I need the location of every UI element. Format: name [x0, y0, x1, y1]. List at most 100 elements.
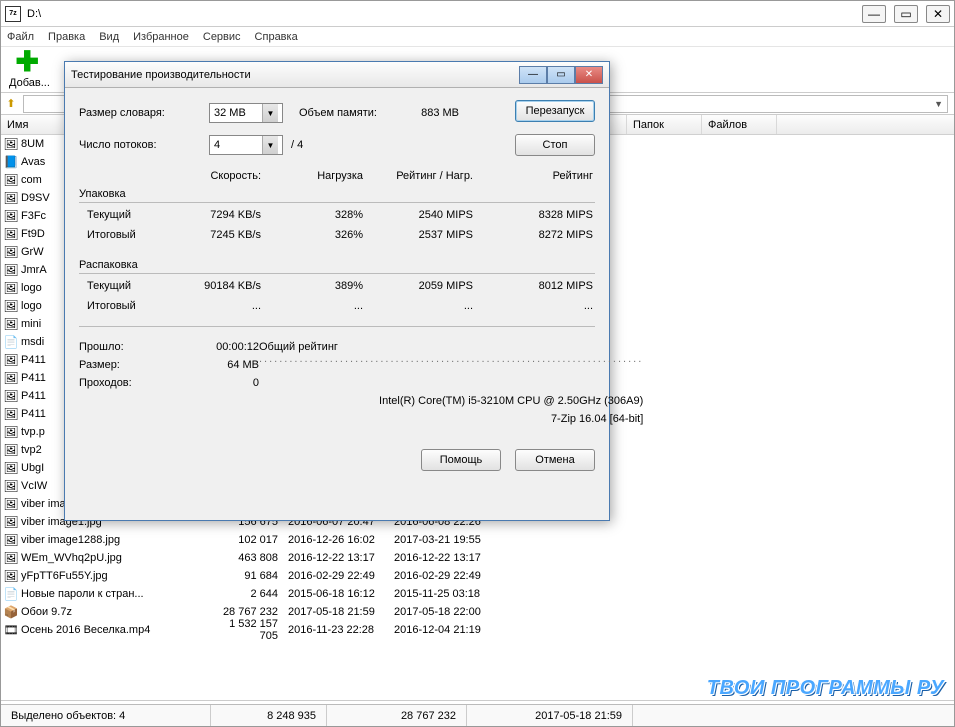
col-folders[interactable]: Папок	[627, 115, 702, 134]
menu-help[interactable]: Справка	[255, 31, 298, 43]
file-modified: 2016-12-26 16:02	[284, 534, 390, 546]
chevron-down-icon: ▼	[262, 136, 278, 154]
threads-total: / 4	[291, 139, 303, 151]
table-row[interactable]: 🎞Осень 2016 Веселка.mp41 532 157 7052016…	[1, 621, 954, 639]
hdr-speed: Скорость:	[79, 170, 285, 182]
file-icon: 🖼	[1, 227, 21, 241]
minimize-button[interactable]: —	[862, 5, 886, 23]
file-icon: 🖼	[1, 443, 21, 457]
row-load: ...	[285, 300, 373, 312]
menu-view[interactable]: Вид	[99, 31, 119, 43]
row-load: 328%	[285, 209, 373, 221]
file-size: 102 017	[216, 534, 284, 546]
dict-size-select[interactable]: 32 MB ▼	[209, 103, 283, 123]
watermark: ТВОИ ПРОГРАММЫ РУ	[707, 677, 944, 700]
close-button[interactable]: ✕	[926, 5, 950, 23]
file-icon: 🖼	[1, 353, 21, 367]
status-val3: 2017-05-18 21:59	[467, 705, 633, 726]
table-row[interactable]: 📦Обои 9.7z28 767 2322017-05-18 21:592017…	[1, 603, 954, 621]
pack-section-label: Упаковка	[79, 188, 595, 200]
file-created: 2016-12-22 13:17	[390, 552, 496, 564]
file-modified: 2016-11-23 22:28	[284, 624, 390, 636]
menu-favorites[interactable]: Избранное	[133, 31, 189, 43]
table-row[interactable]: 🖼WEm_WVhq2pU.jpg463 8082016-12-22 13:172…	[1, 549, 954, 567]
table-row[interactable]: 📄Новые пароли к стран...2 6442015-06-18 …	[1, 585, 954, 603]
file-icon: 📄	[1, 335, 21, 349]
menu-file[interactable]: Файл	[7, 31, 34, 43]
file-icon: 🖼	[1, 425, 21, 439]
help-button[interactable]: Помощь	[421, 449, 501, 471]
file-icon: 🎞	[1, 623, 21, 637]
file-icon: 🖼	[1, 371, 21, 385]
file-modified: 2016-12-22 13:17	[284, 552, 390, 564]
unpack-current-row: Текущий 90184 KB/s 389% 2059 MIPS 8012 M…	[79, 276, 595, 296]
file-icon: 🖼	[1, 461, 21, 475]
status-val2: 28 767 232	[327, 705, 467, 726]
chevron-down-icon[interactable]: ▼	[934, 99, 943, 109]
passes-value: 0	[169, 377, 259, 395]
file-icon: 📦	[1, 605, 21, 619]
row-speed: 90184 KB/s	[169, 280, 285, 292]
row-rating: 8328 MIPS	[473, 209, 593, 221]
menu-bar: Файл Правка Вид Избранное Сервис Справка	[1, 27, 954, 47]
dict-size-label: Размер словаря:	[79, 107, 209, 119]
file-icon: 🖼	[1, 407, 21, 421]
elapsed-value: 00:00:12	[169, 341, 259, 359]
dialog-close-button[interactable]: ✕	[575, 66, 603, 84]
main-titlebar: 7z D:\ — ▭ ✕	[1, 1, 954, 27]
row-speed: ...	[169, 300, 285, 312]
file-icon: 📄	[1, 587, 21, 601]
file-icon: 🖼	[1, 281, 21, 295]
row-rl: ...	[373, 300, 473, 312]
file-name: WEm_WVhq2pU.jpg	[21, 552, 216, 564]
dialog-maximize-button[interactable]: ▭	[547, 66, 575, 84]
file-icon: 🖼	[1, 551, 21, 565]
col-files[interactable]: Файлов	[702, 115, 777, 134]
file-size: 28 767 232	[216, 606, 284, 618]
table-row[interactable]: 🖼yFpTT6Fu55Y.jpg91 6842016-02-29 22:4920…	[1, 567, 954, 585]
file-created: 2015-11-25 03:18	[390, 588, 496, 600]
row-rl: 2540 MIPS	[373, 209, 473, 221]
chevron-down-icon: ▼	[262, 104, 278, 122]
dialog-titlebar[interactable]: Тестирование производительности — ▭ ✕	[65, 62, 609, 88]
cancel-button[interactable]: Отмена	[515, 449, 595, 471]
passes-label: Проходов:	[79, 377, 169, 395]
file-icon: 🖼	[1, 569, 21, 583]
file-name: yFpTT6Fu55Y.jpg	[21, 570, 216, 582]
benchmark-dialog: Тестирование производительности — ▭ ✕ Ра…	[64, 61, 610, 521]
file-icon: 🖼	[1, 299, 21, 313]
menu-tools[interactable]: Сервис	[203, 31, 241, 43]
overall-dots: ........................................…	[259, 353, 643, 365]
row-rating: 8272 MIPS	[473, 229, 593, 241]
dialog-minimize-button[interactable]: —	[519, 66, 547, 84]
file-created: 2016-12-04 21:19	[390, 624, 496, 636]
file-icon: 🖼	[1, 209, 21, 223]
dict-size-value: 32 MB	[214, 107, 246, 119]
version-info: 7-Zip 16.04 [64-bit]	[259, 413, 643, 431]
window-title: D:\	[27, 8, 862, 20]
file-icon: 🖼	[1, 515, 21, 529]
file-icon: 🖼	[1, 389, 21, 403]
file-created: 2017-03-21 19:55	[390, 534, 496, 546]
row-label: Текущий	[79, 209, 169, 221]
status-val1: 8 248 935	[211, 705, 327, 726]
threads-label: Число потоков:	[79, 139, 209, 151]
maximize-button[interactable]: ▭	[894, 5, 918, 23]
dialog-title: Тестирование производительности	[71, 69, 519, 81]
file-icon: 🖼	[1, 263, 21, 277]
table-row[interactable]: 🖼viber image1288.jpg102 0172016-12-26 16…	[1, 531, 954, 549]
menu-edit[interactable]: Правка	[48, 31, 85, 43]
file-icon: 🖼	[1, 191, 21, 205]
toolbar-add-button[interactable]: ✚ Добав...	[9, 51, 50, 89]
file-icon: 🖼	[1, 317, 21, 331]
threads-select[interactable]: 4 ▼	[209, 135, 283, 155]
benchmark-headers: Скорость: Нагрузка Рейтинг / Нагр. Рейти…	[79, 170, 595, 182]
cpu-info: Intel(R) Core(TM) i5-3210M CPU @ 2.50GHz…	[259, 395, 643, 413]
restart-button[interactable]: Перезапуск	[515, 100, 595, 122]
stop-button[interactable]: Стоп	[515, 134, 595, 156]
hdr-rating: Рейтинг	[473, 170, 593, 182]
file-icon: 🖼	[1, 533, 21, 547]
toolbar-add-label: Добав...	[9, 77, 50, 89]
file-icon: 🖼	[1, 497, 21, 511]
up-icon[interactable]: ⬆	[1, 97, 21, 110]
